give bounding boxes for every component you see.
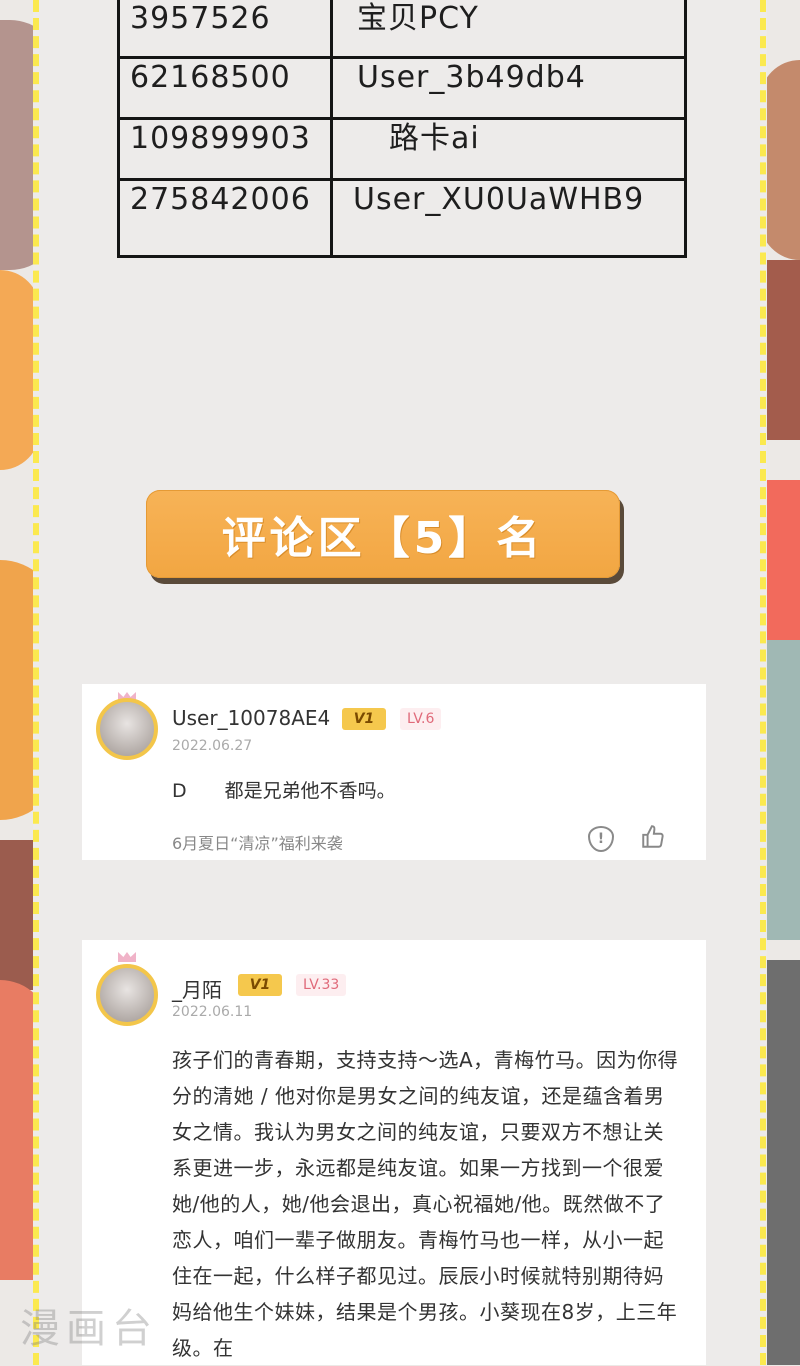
vip-badge: V1 xyxy=(238,974,282,996)
level-badge: LV.33 xyxy=(296,974,347,996)
comment-date: 2022.06.27 xyxy=(172,738,253,754)
winners-table: 3957526 宝贝PCY 62168500 User_3b49db4 1098… xyxy=(117,0,687,258)
comment-card: User_10078AE4 V1 LV.6 2022.06.27 D 都是兄弟他… xyxy=(82,684,706,860)
user-name-cell: 宝贝PCY xyxy=(330,0,687,59)
report-icon[interactable]: ! xyxy=(588,826,614,852)
comment-username[interactable]: _月陌 xyxy=(172,974,222,1003)
comment-card: _月陌 V1 LV.33 2022.06.11 孩子们的青春期，支持支持～选A，… xyxy=(82,940,706,1365)
thumbs-up-icon[interactable] xyxy=(640,824,666,850)
watermark: 漫画台 xyxy=(20,1306,158,1352)
user-id-cell: 109899903 xyxy=(117,117,333,181)
vip-badge: V1 xyxy=(342,708,386,730)
user-id-cell: 62168500 xyxy=(117,56,333,120)
avatar[interactable] xyxy=(96,964,158,1026)
table-row: 3957526 宝贝PCY xyxy=(117,0,687,59)
user-name-cell: 路卡ai xyxy=(330,117,687,181)
crown-icon xyxy=(118,952,136,962)
dashed-border-right xyxy=(760,0,766,1365)
table-row: 275842006 User_XU0UaWHB9 xyxy=(117,178,687,258)
activity-link[interactable]: 6月夏日“清凉”福利来袭 xyxy=(172,830,343,854)
comment-text: 孩子们的青春期，支持支持～选A，青梅竹马。因为你得分的清她 / 他对你是男女之间… xyxy=(172,1048,679,1360)
user-name-cell: User_XU0UaWHB9 xyxy=(330,178,687,258)
dashed-border-left xyxy=(33,0,39,1365)
user-id-cell: 275842006 xyxy=(117,178,333,258)
comment-text: D 都是兄弟他不香吗。 xyxy=(172,780,396,802)
comment-username[interactable]: User_10078AE4 xyxy=(172,706,330,730)
comment-date: 2022.06.11 xyxy=(172,1004,253,1020)
table-row: 109899903 路卡ai xyxy=(117,117,687,181)
user-id-cell: 3957526 xyxy=(117,0,333,59)
table-row: 62168500 User_3b49db4 xyxy=(117,56,687,120)
avatar[interactable] xyxy=(96,698,158,760)
comment-section-banner: 评论区【5】名 xyxy=(146,490,620,578)
level-badge: LV.6 xyxy=(400,708,442,730)
user-name-cell: User_3b49db4 xyxy=(330,56,687,120)
